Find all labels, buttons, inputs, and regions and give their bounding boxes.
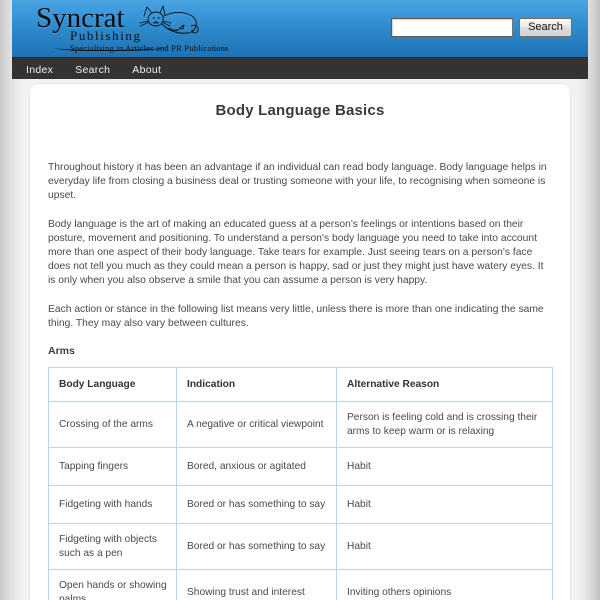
nav-link-about[interactable]: About <box>132 64 161 76</box>
cell-indication: Bored or has something to say <box>176 523 337 571</box>
nav-item-index[interactable]: Index <box>26 60 53 78</box>
right-gutter <box>588 0 600 600</box>
content-panel: Body Language Basics Throughout history … <box>30 84 570 600</box>
table-row: Tapping fingers Bored, anxious or agitat… <box>48 447 553 487</box>
column-header-alternative-reason: Alternative Reason <box>336 367 553 403</box>
cell-body-language: Tapping fingers <box>48 447 177 487</box>
table-row: Open hands or showing palms Showing trus… <box>48 569 553 600</box>
search-button[interactable]: Search <box>519 18 572 37</box>
left-gutter <box>0 0 12 600</box>
paragraph-1: Throughout history it has been an advant… <box>48 162 547 202</box>
site-banner: Syncrat Publishing Specialising in Artic… <box>12 0 588 57</box>
section-heading-arms: Arms <box>48 345 75 358</box>
logo-tagline: Specialising in Articles and PR Publicat… <box>70 43 229 53</box>
body-language-table: Body Language Indication Alternative Rea… <box>48 367 553 600</box>
cell-alternative-reason: Habit <box>336 523 553 571</box>
column-header-body-language: Body Language <box>48 367 177 403</box>
column-header-indication: Indication <box>176 367 337 403</box>
cell-body-language: Crossing of the arms <box>48 401 177 449</box>
cell-alternative-reason: Person is feeling cold and is crossing t… <box>336 401 553 449</box>
table-row: Fidgeting with objects such as a pen Bor… <box>48 523 553 571</box>
search-input[interactable] <box>391 18 513 37</box>
cell-alternative-reason: Habit <box>336 447 553 487</box>
cell-indication: Showing trust and interest <box>176 569 337 600</box>
article-body: Throughout history it has been an advant… <box>48 161 552 331</box>
cell-indication: Bored, anxious or agitated <box>176 447 337 487</box>
table-row: Crossing of the arms A negative or criti… <box>48 401 553 449</box>
paragraph-3: Each action or stance in the following l… <box>48 303 544 329</box>
logo-secondary-text: Publishing <box>70 28 142 43</box>
nav-list: Index Search About <box>12 58 588 80</box>
page-title: Body Language Basics <box>215 102 385 119</box>
nav-item-search[interactable]: Search <box>75 60 110 78</box>
cell-indication: Bored or has something to say <box>176 485 337 525</box>
nav-link-search[interactable]: Search <box>75 64 110 76</box>
site-logo[interactable]: Syncrat Publishing Specialising in Artic… <box>26 2 229 54</box>
cat-drawing-icon <box>139 5 199 34</box>
cell-indication: A negative or critical viewpoint <box>176 401 337 449</box>
page-root: Syncrat Publishing Specialising in Artic… <box>0 0 600 600</box>
search-form[interactable]: Search <box>391 18 572 38</box>
table-body: Crossing of the arms A negative or criti… <box>48 401 553 600</box>
cell-body-language: Fidgeting with objects such as a pen <box>48 523 177 571</box>
cell-body-language: Fidgeting with hands <box>48 485 177 525</box>
table-header-row: Body Language Indication Alternative Rea… <box>48 367 553 403</box>
paragraph-2: Body language is the art of making an ed… <box>48 218 544 287</box>
cell-alternative-reason: Inviting others opinions <box>336 569 553 600</box>
main-navigation: Index Search About <box>12 57 588 79</box>
table-row: Fidgeting with hands Bored or has someth… <box>48 485 553 525</box>
cell-body-language: Open hands or showing palms <box>48 569 177 600</box>
table-head: Body Language Indication Alternative Rea… <box>48 367 553 403</box>
cell-alternative-reason: Habit <box>336 485 553 525</box>
nav-item-about[interactable]: About <box>132 60 161 78</box>
nav-link-index[interactable]: Index <box>26 64 53 76</box>
